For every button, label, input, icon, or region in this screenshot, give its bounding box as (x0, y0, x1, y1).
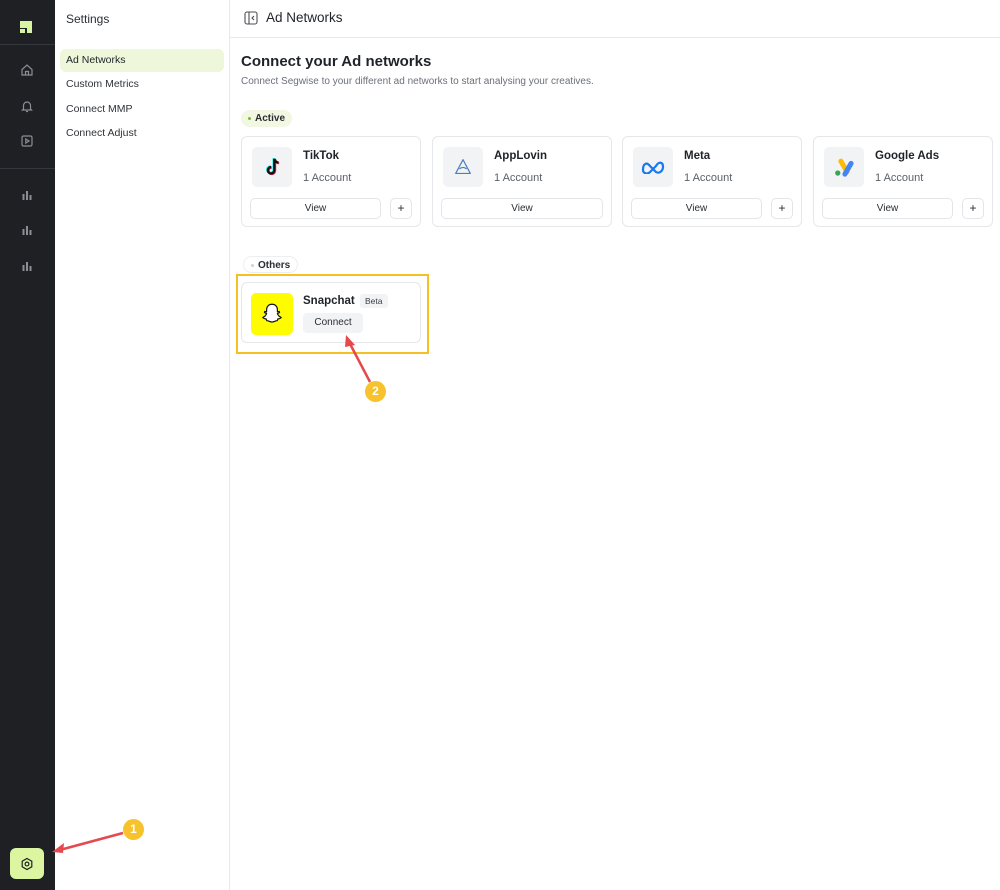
network-card-meta: Meta 1 Account View + (622, 136, 802, 227)
active-section-label: Active (241, 110, 293, 127)
bar-chart-icon[interactable] (17, 220, 37, 240)
network-name: AppLovin (494, 150, 548, 162)
play-icon[interactable] (17, 131, 37, 151)
sidebar-item-ad-networks[interactable]: Ad Networks (60, 49, 224, 72)
network-name: Google Ads (875, 150, 940, 162)
annotation-badge-2: 2 (365, 381, 386, 402)
add-account-button[interactable]: + (771, 198, 793, 219)
account-count: 1 Account (684, 172, 733, 184)
beta-badge: Beta (360, 294, 388, 308)
active-label-text: Active (255, 113, 286, 124)
others-label-text: Others (258, 260, 291, 271)
account-count: 1 Account (303, 172, 352, 184)
rail-divider (0, 44, 55, 45)
sidebar-item-connect-adjust[interactable]: Connect Adjust (60, 122, 224, 145)
view-button[interactable]: View (631, 198, 762, 219)
view-button[interactable]: View (822, 198, 953, 219)
bar-chart-icon[interactable] (17, 185, 37, 205)
rail-divider (0, 168, 55, 169)
status-dot (251, 264, 254, 267)
connect-button[interactable]: Connect (303, 313, 363, 333)
status-dot (248, 117, 251, 120)
network-name: Snapchat (303, 295, 355, 307)
sidebar-title: Settings (66, 12, 110, 26)
page-title: Ad Networks (266, 10, 343, 25)
add-account-button[interactable]: + (390, 198, 412, 219)
network-name: Meta (684, 150, 711, 162)
network-card-applovin: AppLovin 1 Account View (432, 136, 612, 227)
sidebar-toggle-icon[interactable] (244, 11, 258, 25)
icon-rail (0, 0, 55, 890)
google-ads-icon (824, 147, 864, 187)
tiktok-icon (252, 147, 292, 187)
snapchat-icon (251, 293, 293, 335)
account-count: 1 Account (875, 172, 924, 184)
home-icon[interactable] (17, 60, 37, 80)
network-card-snapchat: Snapchat Beta Connect (241, 282, 421, 343)
settings-button[interactable] (10, 848, 44, 879)
annotation-badge-1: 1 (123, 819, 144, 840)
account-count: 1 Account (494, 172, 543, 184)
network-card-tiktok: TikTok 1 Account View + (241, 136, 421, 227)
network-card-google-ads: Google Ads 1 Account View + (813, 136, 993, 227)
section-subtitle: Connect Segwise to your different ad net… (241, 76, 594, 87)
sidebar-item-custom-metrics[interactable]: Custom Metrics (60, 73, 224, 96)
view-button[interactable]: View (250, 198, 381, 219)
sidebar-item-connect-mmp[interactable]: Connect MMP (60, 98, 224, 121)
add-account-button[interactable]: + (962, 198, 984, 219)
logo-icon[interactable] (18, 19, 34, 35)
settings-sidebar: Settings Ad Networks Custom Metrics Conn… (55, 0, 230, 890)
bell-icon[interactable] (17, 96, 37, 116)
others-section-label: Others (243, 256, 299, 273)
section-title: Connect your Ad networks (241, 53, 432, 70)
gear-icon (21, 857, 33, 870)
network-name: TikTok (303, 150, 339, 162)
bar-chart-icon[interactable] (17, 256, 37, 276)
view-button[interactable]: View (441, 198, 603, 219)
applovin-icon (443, 147, 483, 187)
meta-icon (633, 147, 673, 187)
page-header: Ad Networks (230, 0, 1000, 38)
